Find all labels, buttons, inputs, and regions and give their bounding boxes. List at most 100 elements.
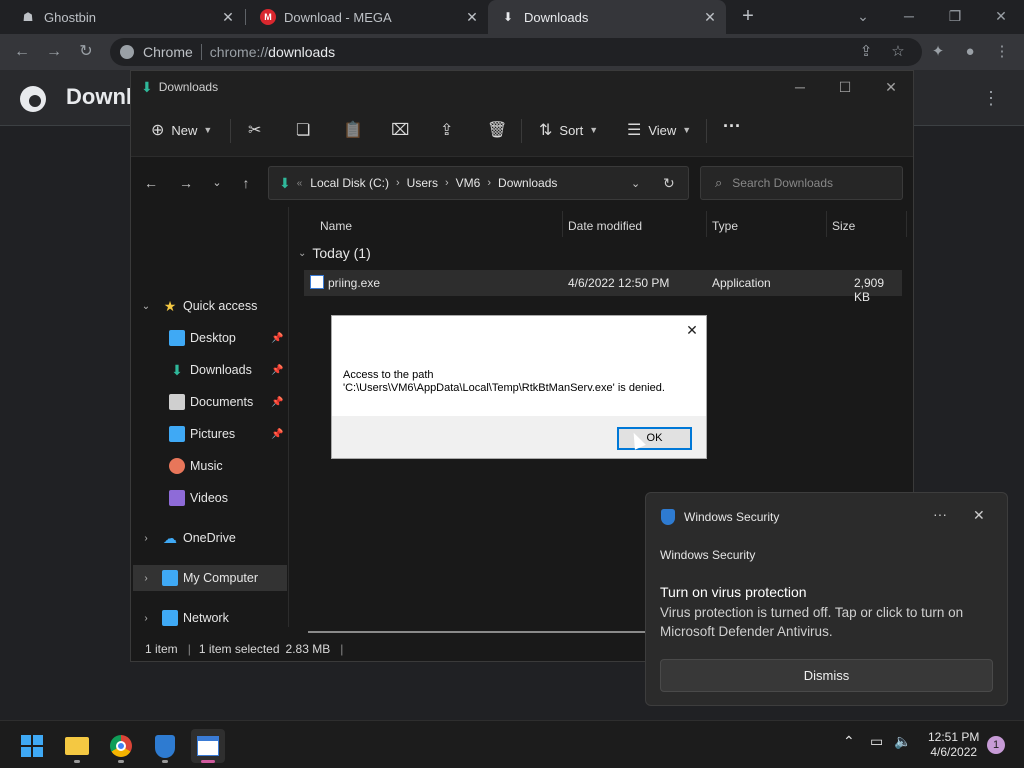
close-tab-icon[interactable]: ✕ bbox=[702, 9, 718, 25]
tab-mega[interactable]: M Download - MEGA ✕ bbox=[246, 0, 488, 34]
column-header-type[interactable]: Type bbox=[712, 214, 738, 238]
column-header-name[interactable]: Name bbox=[320, 214, 352, 238]
back-icon[interactable]: ← bbox=[141, 173, 161, 193]
chevron-right-icon[interactable]: › bbox=[139, 573, 153, 584]
search-input[interactable]: ⌕ Search Downloads bbox=[700, 166, 903, 200]
profile-icon[interactable]: ● bbox=[960, 42, 980, 62]
column-divider[interactable] bbox=[826, 211, 827, 237]
forward-icon[interactable]: → bbox=[42, 40, 66, 64]
sidebar-item-desktop[interactable]: Desktop bbox=[169, 325, 287, 351]
table-row[interactable]: priing.exe 4/6/2022 12:50 PM Application… bbox=[304, 270, 902, 304]
overflow-icon[interactable]: « bbox=[297, 178, 303, 189]
close-tab-icon[interactable]: ✕ bbox=[220, 9, 236, 25]
close-window-icon[interactable]: ✕ bbox=[879, 77, 903, 97]
ok-button[interactable]: OK bbox=[617, 427, 692, 450]
minimize-icon[interactable]: ─ bbox=[788, 77, 812, 97]
chevron-right-icon[interactable]: › bbox=[139, 613, 153, 624]
chevron-up-icon[interactable]: ⌃ bbox=[843, 733, 855, 750]
maximize-icon[interactable]: ☐ bbox=[833, 77, 857, 97]
breadcrumb-item[interactable]: VM6 bbox=[456, 176, 481, 190]
dialog-message-line: Access to the path bbox=[343, 369, 434, 381]
sidebar-item-videos[interactable]: Videos bbox=[169, 485, 287, 511]
volume-icon[interactable]: 🔈 bbox=[894, 733, 911, 750]
recent-locations-icon[interactable]: ⌄ bbox=[207, 173, 227, 193]
view-button[interactable]: ☰ View ▼ bbox=[627, 119, 691, 141]
copy-button[interactable]: ❏ bbox=[296, 119, 317, 141]
share-button[interactable]: ⇪ bbox=[440, 119, 460, 141]
column-header-date[interactable]: Date modified bbox=[568, 214, 642, 238]
start-button[interactable] bbox=[15, 729, 49, 763]
explorer-title: Downloads bbox=[158, 80, 219, 94]
sort-button[interactable]: ⇅ Sort ▼ bbox=[539, 119, 598, 141]
address-dropdown-icon[interactable]: ⌄ bbox=[631, 177, 640, 190]
sidebar-item-my-computer[interactable]: › My Computer bbox=[133, 565, 287, 591]
paste-icon: 📋 bbox=[343, 122, 363, 139]
rename-button[interactable]: ⌧ bbox=[391, 119, 416, 141]
tab-search-icon[interactable]: ⌄ bbox=[850, 4, 876, 28]
chrome-taskbar-button[interactable] bbox=[104, 729, 138, 763]
column-divider[interactable] bbox=[906, 211, 907, 237]
breadcrumb-item[interactable]: Local Disk (C:) bbox=[310, 176, 389, 190]
sidebar-item-pictures[interactable]: Pictures bbox=[169, 421, 287, 447]
new-button[interactable]: ⊕ New ▼ bbox=[151, 119, 212, 141]
address-bar[interactable]: Chrome chrome:// downloads bbox=[110, 38, 922, 66]
chevron-down-icon[interactable]: ⌄ bbox=[139, 301, 153, 312]
new-tab-button[interactable]: + bbox=[738, 6, 758, 26]
delete-button[interactable]: 🗑 bbox=[487, 119, 514, 141]
file-explorer-taskbar-button[interactable] bbox=[60, 729, 94, 763]
group-header[interactable]: ⌄ Today (1) bbox=[298, 245, 371, 261]
more-options-icon[interactable]: ··· bbox=[723, 115, 741, 137]
up-icon[interactable]: ↑ bbox=[236, 173, 256, 193]
more-options-icon[interactable]: ··· bbox=[933, 506, 947, 522]
clock[interactable]: 12:51 PM 4/6/2022 bbox=[928, 730, 979, 760]
sidebar-item-onedrive[interactable]: › ☁ OneDrive bbox=[139, 525, 287, 551]
paste-button[interactable]: 📋 bbox=[343, 119, 370, 141]
notification-badge[interactable]: 1 bbox=[987, 736, 1005, 754]
chevron-right-icon[interactable]: › bbox=[139, 533, 153, 544]
time-text: 12:51 PM bbox=[928, 730, 980, 744]
dismiss-button[interactable]: Dismiss bbox=[660, 659, 993, 692]
tab-ghostbin[interactable]: ☗ Ghostbin ✕ bbox=[0, 0, 244, 34]
close-tab-icon[interactable]: ✕ bbox=[464, 9, 480, 25]
sidebar-item-music[interactable]: Music bbox=[169, 453, 287, 479]
cut-button[interactable]: ✂ bbox=[248, 119, 268, 141]
windows-security-taskbar-button[interactable] bbox=[148, 729, 182, 763]
page-menu-icon[interactable]: ⋮ bbox=[982, 88, 1000, 109]
breadcrumb-item[interactable]: Downloads bbox=[498, 176, 557, 190]
navigation-pane: ⌄ ★ Quick access Desktop 📌 ⬇ Downloads 📌… bbox=[131, 207, 289, 627]
sidebar-item-downloads[interactable]: ⬇ Downloads bbox=[169, 357, 287, 383]
close-window-icon[interactable]: ✕ bbox=[988, 4, 1014, 28]
share-icon: ⇪ bbox=[440, 122, 454, 139]
sidebar-item-quick-access[interactable]: ⌄ ★ Quick access bbox=[139, 293, 287, 319]
tab-downloads[interactable]: ⬇ Downloads ✕ bbox=[488, 0, 726, 34]
forward-icon[interactable]: → bbox=[176, 173, 196, 193]
download-icon: ⬇ bbox=[171, 361, 183, 378]
refresh-icon[interactable]: ↻ bbox=[663, 175, 675, 192]
site-label: Chrome bbox=[143, 44, 193, 60]
restore-icon[interactable]: ❐ bbox=[942, 4, 968, 28]
sidebar-item-label: Downloads bbox=[190, 363, 252, 377]
column-header-size[interactable]: Size bbox=[832, 214, 855, 238]
breadcrumb[interactable]: ⬇ « Local Disk (C:) › Users › VM6 › Down… bbox=[268, 166, 689, 200]
horizontal-scrollbar[interactable] bbox=[308, 631, 648, 633]
back-icon[interactable]: ← bbox=[10, 40, 34, 64]
reload-icon[interactable]: ↻ bbox=[74, 40, 98, 64]
sidebar-item-documents[interactable]: Documents bbox=[169, 389, 287, 415]
minimize-icon[interactable]: ─ bbox=[896, 4, 922, 28]
download-folder-icon: ⬇ bbox=[141, 78, 153, 95]
extensions-icon[interactable]: ✦ bbox=[928, 42, 948, 62]
sidebar-item-network[interactable]: › Network bbox=[139, 605, 287, 631]
app-taskbar-button[interactable] bbox=[191, 729, 225, 763]
close-icon[interactable]: ✕ bbox=[684, 322, 700, 338]
network-icon[interactable]: ▭ bbox=[870, 733, 883, 750]
column-divider[interactable] bbox=[706, 211, 707, 237]
close-icon[interactable]: ✕ bbox=[973, 507, 985, 524]
breadcrumb-item[interactable]: Users bbox=[407, 176, 438, 190]
security-notification[interactable]: Windows Security ··· ✕ Windows Security … bbox=[645, 492, 1008, 706]
mega-icon: M bbox=[260, 9, 276, 25]
status-divider: | bbox=[340, 642, 344, 656]
share-icon[interactable]: ⇪ bbox=[856, 42, 876, 62]
menu-icon[interactable]: ⋮ bbox=[992, 42, 1012, 62]
bookmark-star-icon[interactable]: ☆ bbox=[888, 42, 908, 62]
column-divider[interactable] bbox=[562, 211, 563, 237]
